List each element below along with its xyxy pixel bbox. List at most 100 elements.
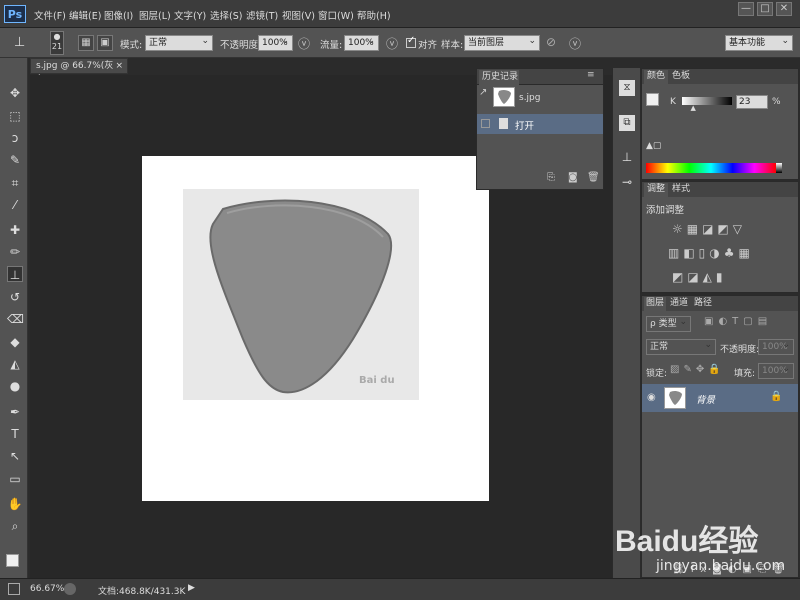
swatches-tab[interactable]: 色板 <box>672 70 690 83</box>
guitar-pick-image[interactable]: Bai du <box>183 189 419 400</box>
healing-brush-tool-icon[interactable]: ✚ <box>7 222 23 238</box>
flow-input[interactable]: 100% <box>344 34 379 51</box>
workspace-select[interactable]: 基本功能 <box>725 34 793 51</box>
menu-type[interactable]: 文字(Y) <box>174 8 206 22</box>
document-tab[interactable]: s.jpg @ 66.7%(灰色/8) × <box>30 58 128 85</box>
blur-tool-icon[interactable]: ◭ <box>7 356 23 372</box>
clone-stamp-tool-active-icon[interactable]: ⊥ <box>7 266 23 282</box>
ignore-adjustment-icon[interactable]: ⊘ <box>546 35 556 49</box>
new-document-from-state-icon[interactable]: ⎘ <box>547 172 555 183</box>
layer-thumbnail <box>664 387 686 409</box>
menu-file[interactable]: 文件(F) <box>34 8 66 22</box>
pressure-opacity-icon[interactable]: ⓥ <box>298 35 310 52</box>
status-menu-arrow-icon[interactable]: ▶ <box>188 583 195 593</box>
maximize-button[interactable]: □ <box>757 2 773 16</box>
snapshot-name[interactable]: s.jpg <box>519 93 540 103</box>
zoom-tool-icon[interactable]: ⌕ <box>7 518 23 534</box>
status-info-icon[interactable] <box>64 583 76 595</box>
brush-tool-icon[interactable]: ✏ <box>7 244 23 260</box>
mode-select[interactable]: 正常 <box>145 34 213 51</box>
menu-select[interactable]: 选择(S) <box>210 8 242 22</box>
k-channel-label: K <box>670 97 676 107</box>
menu-help[interactable]: 帮助(H) <box>357 8 391 22</box>
history-tab[interactable]: 历史记录 <box>479 70 519 85</box>
path-select-tool-icon[interactable]: ↖ <box>7 448 23 464</box>
k-slider-thumb[interactable]: ▲ <box>691 104 696 112</box>
quick-mask-icon[interactable] <box>8 583 20 595</box>
menu-window[interactable]: 窗口(W) <box>318 8 354 22</box>
panel-menu-icon[interactable]: ≡ <box>587 70 595 80</box>
out-of-gamut-icon: ▲▢ <box>646 141 662 151</box>
adjustment-icons-row-1[interactable]: ☼▦◪◩▽ <box>672 222 746 236</box>
move-tool-icon[interactable]: ✥ <box>7 85 23 101</box>
menu-filter[interactable]: 滤镜(T) <box>246 8 278 22</box>
create-snapshot-icon[interactable]: ◙ <box>568 172 578 183</box>
menu-image[interactable]: 图像(I) <box>104 8 133 22</box>
menu-view[interactable]: 视图(V) <box>282 8 315 22</box>
fill-input[interactable]: 100% <box>758 362 794 379</box>
airbrush-icon[interactable]: ⓥ <box>386 35 398 52</box>
adjustments-tab[interactable]: 调整 <box>644 183 668 197</box>
menu-layer[interactable]: 图层(L) <box>139 8 171 22</box>
styles-tab[interactable]: 样式 <box>672 183 690 196</box>
layer-name[interactable]: 背景 <box>696 392 715 406</box>
history-brush-tool-icon[interactable]: ↺ <box>7 289 23 305</box>
foreground-color-swatch[interactable] <box>6 554 19 567</box>
lasso-tool-icon[interactable]: ↄ <box>7 130 23 146</box>
clone-stamp-tool-icon[interactable]: ⊥ <box>14 35 34 51</box>
toggle-clone-source-icon[interactable]: ▣ <box>97 35 113 51</box>
sample-select[interactable]: 当前图层 <box>464 34 540 51</box>
layers-tab[interactable]: 图层 <box>644 297 666 311</box>
color-tab[interactable]: 颜色 <box>644 70 668 84</box>
layer-filter-icons[interactable]: ▣◐T▢▤ <box>704 316 772 327</box>
minimize-button[interactable]: — <box>738 2 754 16</box>
brush-preset-picker[interactable]: ● 21 <box>50 31 64 55</box>
color-ramp[interactable] <box>646 163 776 173</box>
opacity-input[interactable]: 100% <box>258 34 293 51</box>
crop-tool-icon[interactable]: ⌗ <box>7 175 23 191</box>
hand-tool-icon[interactable]: ✋ <box>7 496 23 512</box>
menu-edit[interactable]: 编辑(E) <box>69 8 101 22</box>
brush-presets-dock-icon[interactable]: ⊸ <box>619 175 635 191</box>
dodge-tool-icon[interactable]: ● <box>7 378 23 394</box>
bw-ramp[interactable] <box>776 163 782 173</box>
eyedropper-tool-icon[interactable]: ⁄ <box>7 197 23 213</box>
history-step-checkbox[interactable] <box>481 119 490 128</box>
k-slider-track[interactable] <box>682 97 732 105</box>
adjustment-icons-row-3[interactable]: ◩◪◭▮ <box>672 270 727 284</box>
brush-dock-icon[interactable]: ⊥ <box>619 150 635 166</box>
lock-icons[interactable]: ▨✎✥🔒 <box>670 364 725 375</box>
close-document-icon[interactable]: × <box>115 59 123 73</box>
eye-visibility-icon[interactable]: ◉ <box>647 392 656 403</box>
pressure-size-icon[interactable]: ⓥ <box>569 35 581 52</box>
paint-bucket-tool-icon[interactable]: ◆ <box>7 334 23 350</box>
brush-dot-icon: ● <box>53 32 61 41</box>
marquee-tool-icon[interactable]: ⬚ <box>7 108 23 124</box>
add-adjustment-title: 添加调整 <box>646 205 685 216</box>
pen-tool-icon[interactable]: ✒ <box>7 404 23 420</box>
rectangle-tool-icon[interactable]: ▭ <box>7 471 23 487</box>
align-checkbox[interactable]: ✓ <box>406 35 416 48</box>
layer-opacity-input[interactable]: 100% <box>758 338 794 355</box>
clone-source-dock-icon[interactable]: ⧉ <box>619 115 635 131</box>
close-window-button[interactable]: ✕ <box>776 2 792 16</box>
layer-filter-select[interactable]: ρ 类型 <box>646 315 691 332</box>
trash-icon[interactable]: 🗑 <box>587 172 600 183</box>
toggle-brush-panel-icon[interactable]: ▦ <box>78 35 94 51</box>
blend-mode-select[interactable]: 正常 <box>646 338 716 355</box>
history-brush-source-icon[interactable]: ↗ <box>479 87 489 103</box>
panel-foreground-swatch[interactable] <box>646 93 659 106</box>
type-tool-icon[interactable]: T <box>7 426 23 442</box>
layer-row-background[interactable]: ◉ 背景 🔒 <box>642 384 798 412</box>
k-value-input[interactable]: 23 <box>736 95 768 109</box>
quick-select-tool-icon[interactable]: ✎ <box>7 152 23 168</box>
history-dock-icon[interactable]: ⧖ <box>619 80 635 96</box>
channels-tab[interactable]: 通道 <box>670 297 688 310</box>
lock-label: 锁定: <box>646 369 668 379</box>
checkmark-icon: ✓ <box>407 35 416 46</box>
adjustment-icons-row-2[interactable]: ▥◧▯◑♣▦ <box>668 246 754 260</box>
zoom-level[interactable]: 66.67% <box>30 584 64 594</box>
eraser-tool-icon[interactable]: ⌫ <box>7 311 24 327</box>
paths-tab[interactable]: 路径 <box>694 297 712 310</box>
history-step-row[interactable]: 打开 <box>477 114 603 134</box>
